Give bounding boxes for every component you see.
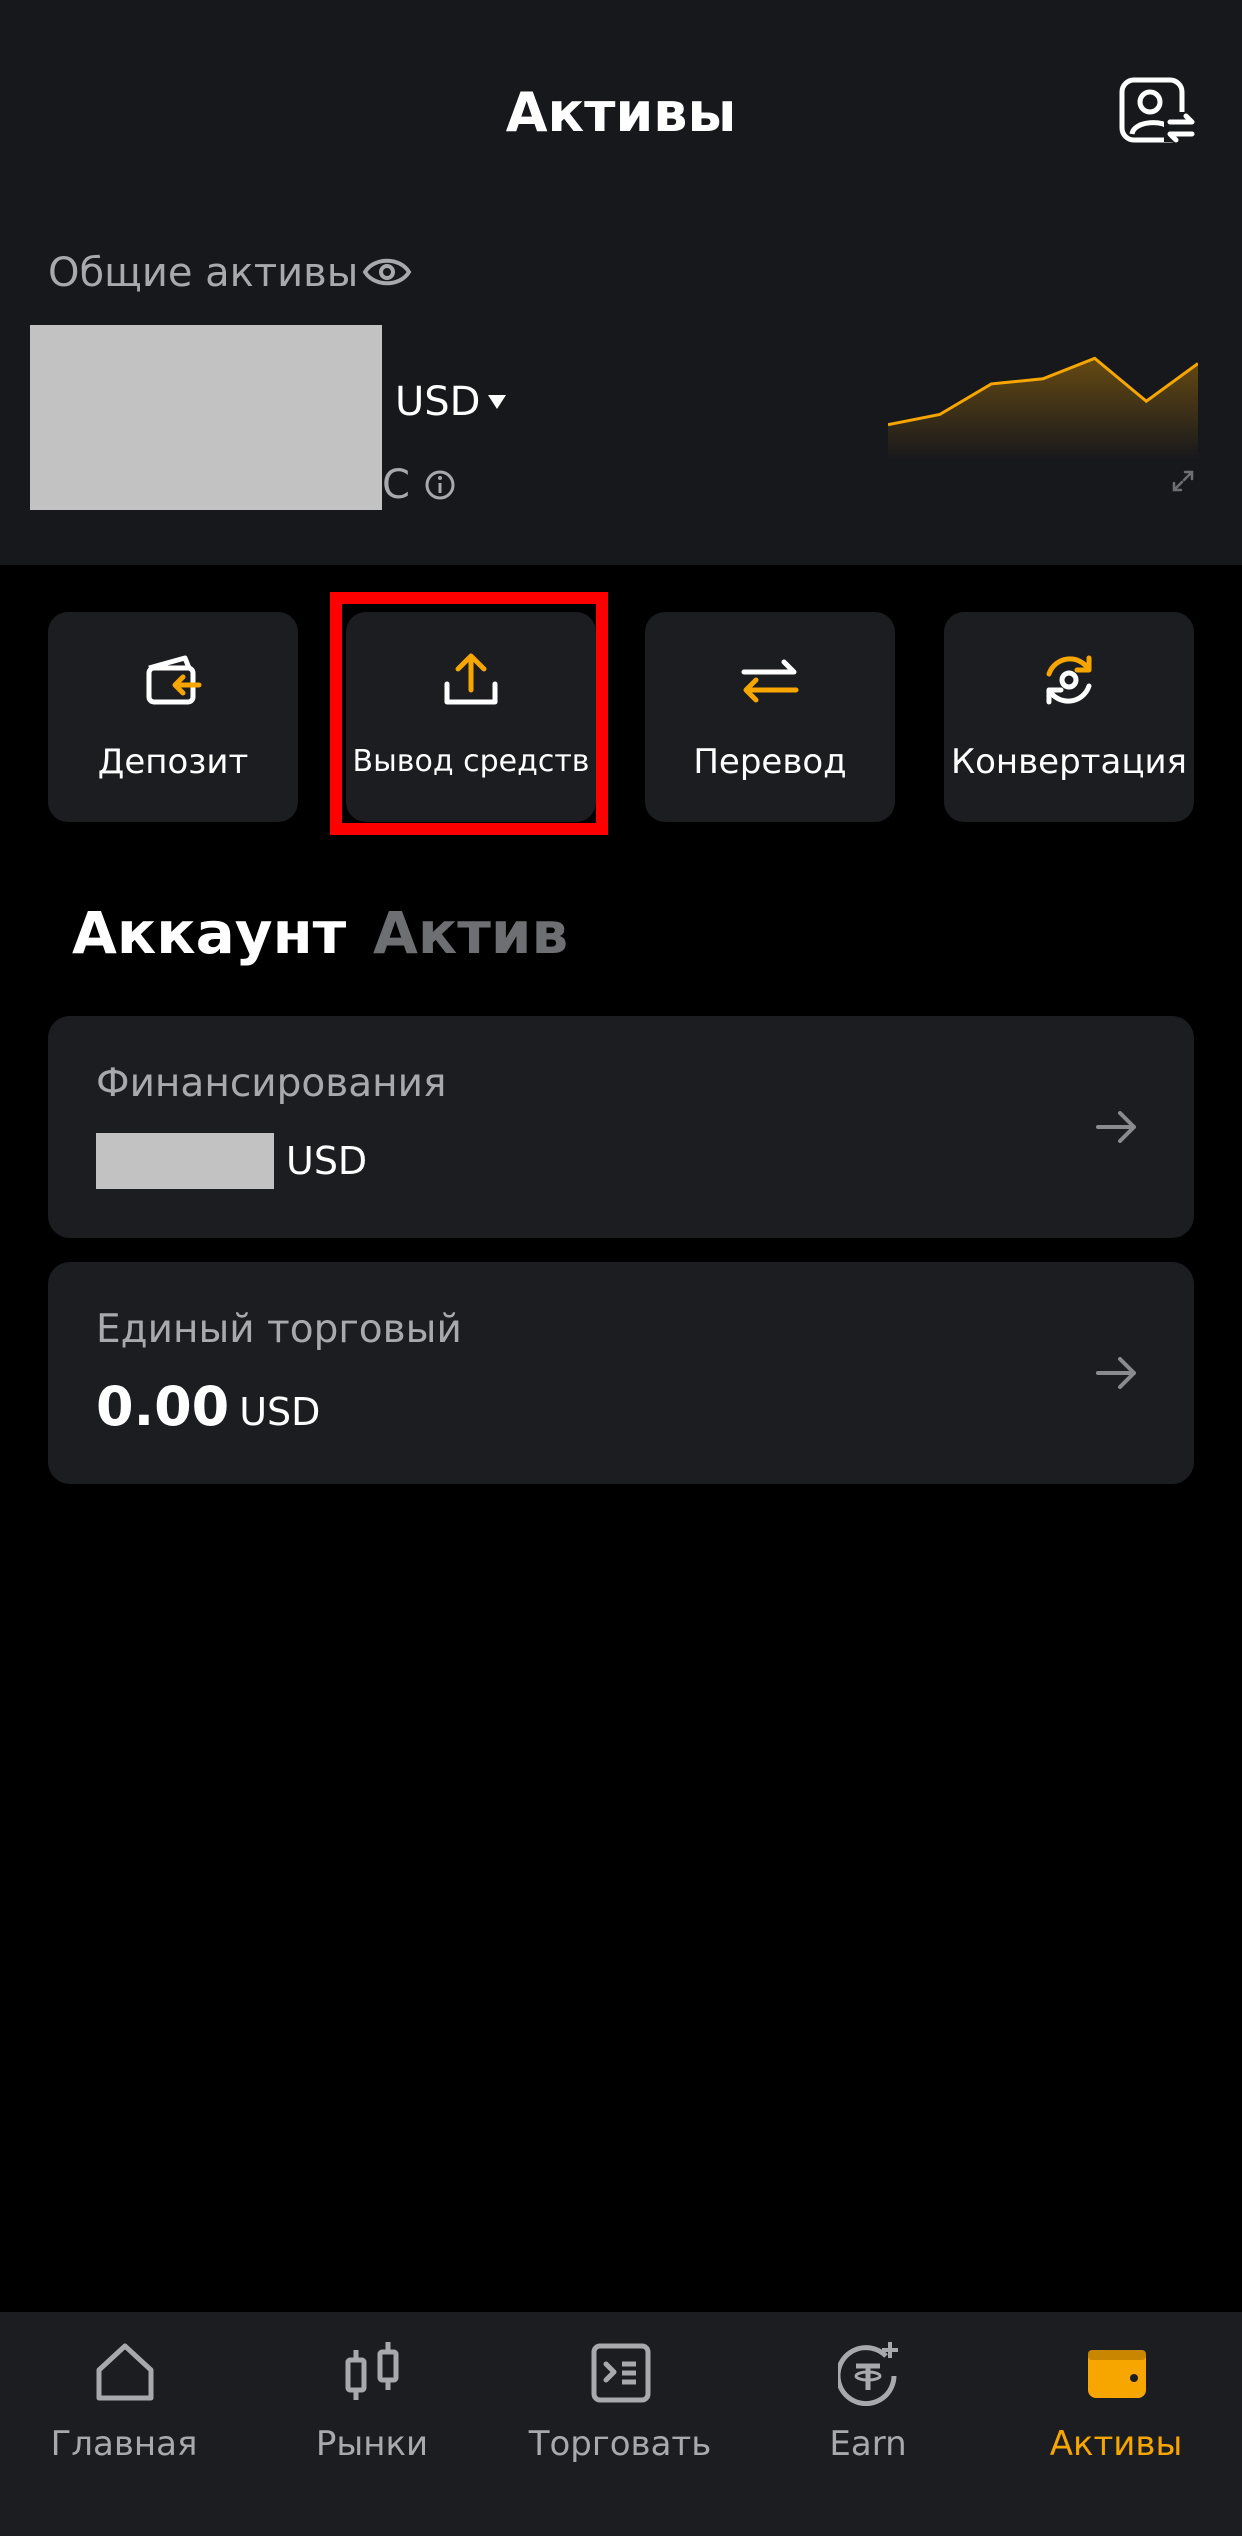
account-card-unified-trading[interactable]: Единый торговый 0.00 USD — [48, 1262, 1194, 1484]
profile-switch-icon[interactable] — [1118, 76, 1198, 146]
pnl-text: C — [382, 462, 410, 508]
nav-earn[interactable]: Earn — [744, 2312, 992, 2536]
trade-icon — [591, 2343, 651, 2403]
home-icon — [96, 2343, 154, 2401]
transfer-button[interactable]: Перевод — [645, 612, 895, 822]
caret-down-icon — [488, 395, 507, 409]
trend-area — [888, 358, 1198, 460]
convert-button[interactable]: Конвертация — [944, 612, 1194, 822]
convert-label: Конвертация — [950, 742, 1188, 782]
account-name: Финансирования — [96, 1061, 447, 1106]
expand-icon[interactable] — [1170, 468, 1196, 494]
nav-home[interactable]: Главная — [0, 2312, 248, 2536]
total-assets-label: Общие активы — [48, 250, 359, 296]
nav-markets[interactable]: Рынки — [248, 2312, 496, 2536]
nav-label: Активы — [1049, 2424, 1183, 2464]
convert-icon — [1046, 655, 1092, 705]
transfer-icon — [741, 659, 799, 703]
earn-icon — [838, 2342, 898, 2406]
page-title: Активы — [505, 81, 737, 144]
transfer-label: Перевод — [693, 742, 847, 782]
eye-icon[interactable] — [362, 247, 412, 297]
deposit-icon — [146, 655, 202, 705]
account-currency: USD — [286, 1139, 368, 1183]
asset-trend-chart — [888, 356, 1198, 460]
candlestick-icon — [345, 2342, 399, 2400]
tab-account[interactable]: Аккаунт — [72, 895, 346, 971]
withdraw-highlight — [330, 592, 608, 835]
info-icon[interactable] — [424, 469, 456, 501]
nav-label: Торговать — [528, 2424, 712, 2464]
currency-selector[interactable]: USD — [395, 374, 507, 430]
account-amount: 0.00 — [96, 1375, 230, 1438]
tab-asset[interactable]: Актив — [373, 895, 568, 971]
arrow-right-icon — [1096, 1111, 1136, 1143]
account-name: Единый торговый — [96, 1307, 462, 1352]
account-card-funding[interactable]: Финансирования USD — [48, 1016, 1194, 1238]
account-balance: 0.00 USD — [96, 1377, 320, 1450]
currency-label: USD — [395, 379, 481, 425]
total-balance-mask — [30, 325, 382, 510]
account-currency: USD — [239, 1390, 321, 1434]
nav-label: Рынки — [315, 2424, 429, 2464]
wallet-icon — [1088, 2350, 1146, 2398]
deposit-label: Депозит — [97, 742, 249, 782]
quick-actions: Депозит Вывод средств Перевод Конвертаци… — [48, 612, 1194, 822]
account-balance-mask — [96, 1133, 274, 1189]
nav-label: Earn — [829, 2424, 907, 2464]
bottom-navigation: Главная Рынки Торговать Earn Активы — [0, 2312, 1242, 2536]
nav-label: Главная — [50, 2424, 198, 2464]
arrow-right-icon — [1096, 1357, 1136, 1389]
nav-assets[interactable]: Активы — [992, 2312, 1240, 2536]
nav-trade[interactable]: Торговать — [496, 2312, 744, 2536]
deposit-button[interactable]: Депозит — [48, 612, 298, 822]
